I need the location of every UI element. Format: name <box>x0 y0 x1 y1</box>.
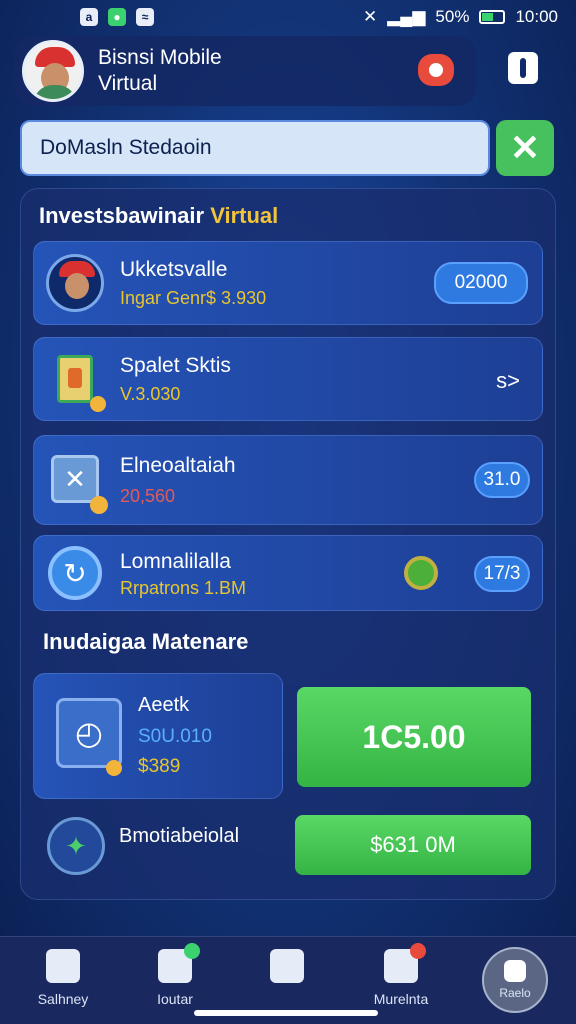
home-indicator[interactable] <box>194 1010 378 1016</box>
panel-title-main: Investsbawinair <box>39 203 205 228</box>
clock: 10:00 <box>515 7 558 26</box>
box-icon: ✕ <box>46 450 108 514</box>
compass-icon: ✦ <box>47 817 105 875</box>
mute-icon: ✕ <box>362 7 378 26</box>
close-icon: ✕ <box>509 127 541 168</box>
fab-button[interactable]: Raelo <box>482 947 548 1013</box>
market-card-value2: $389 <box>138 756 181 777</box>
menu-button[interactable] <box>508 52 538 84</box>
secondary-value-button[interactable]: $631 0M <box>295 815 531 875</box>
card-subtitle: V.3.030 <box>120 384 181 404</box>
app-title: Bisnsi Mobile Virtual <box>98 45 222 97</box>
value-pill[interactable]: 31.0 <box>474 462 530 498</box>
refresh-icon: ↻ <box>46 544 104 602</box>
wifi-icon: ≈ <box>136 8 154 26</box>
card-title: Elneoaltaiah <box>120 454 236 477</box>
signal-icon: ● <box>108 8 126 26</box>
section-title: Inudaigaa Matenare <box>43 629 249 654</box>
primary-value-button[interactable]: 1C5.00 <box>297 687 531 787</box>
investment-card[interactable]: Ukketsvalle Ingar Genr$ 3.930 02000 <box>33 241 543 325</box>
grid-icon <box>270 949 304 983</box>
close-button[interactable]: ✕ <box>496 120 554 176</box>
coin-icon <box>90 496 108 514</box>
card-subtitle: Ingar Genr$ 3.930 <box>120 288 267 308</box>
app-header: Bisnsi Mobile Virtual <box>14 36 476 106</box>
status-left: a ● ≈ <box>80 8 154 26</box>
star-icon <box>90 396 106 412</box>
panel-title: Investsbawinair Virtual <box>39 203 278 229</box>
battery-fill <box>482 13 494 21</box>
nav-badge <box>410 943 426 959</box>
app-title-line1: Bisnsi Mobile <box>98 46 222 69</box>
investment-card[interactable]: ✕ Elneoaltaiah 20,560 31.0 <box>33 435 543 525</box>
home-icon <box>46 949 80 983</box>
market-card-title: Aeetk <box>138 694 190 716</box>
avatar-face <box>65 273 89 299</box>
card-title: Ukketsvalle <box>120 258 228 281</box>
search-input[interactable]: DoMasln Stedaoin <box>20 120 490 176</box>
avatar[interactable] <box>22 40 84 102</box>
investment-panel: Investsbawinair Virtual Ukketsvalle Inga… <box>20 188 556 900</box>
nav-label: Murelnta <box>373 991 429 1007</box>
row-title: Bmotiabeiolal <box>119 825 240 847</box>
value-pill[interactable]: 17/3 <box>474 556 530 592</box>
battery-icon <box>479 10 506 24</box>
card-title: Spalet Sktis <box>120 354 231 377</box>
nav-badge <box>184 943 200 959</box>
nav-item-grid[interactable] <box>227 949 347 991</box>
fab-icon <box>504 960 526 982</box>
value-pill[interactable]: 02000 <box>434 262 528 304</box>
investment-card[interactable]: ↻ Lomnalilalla Rrpatrons 1.BM 17/3 <box>33 535 543 611</box>
investment-card[interactable]: Spalet Sktis V.3.030 s> <box>33 337 543 421</box>
star-icon <box>106 760 122 776</box>
network-icon: ▂▄▆ <box>387 7 426 26</box>
card-title: Lomnalilalla <box>120 550 231 573</box>
nav-label: Ioutar <box>157 991 193 1007</box>
nav-item-home[interactable]: Salhney <box>3 949 123 1007</box>
nav-item-building[interactable]: Ioutar <box>115 943 235 1007</box>
status-right: ✕ ▂▄▆ 50% 10:00 <box>363 7 558 27</box>
arrow-button[interactable]: s> <box>496 368 520 394</box>
box-shape: ✕ <box>51 455 99 503</box>
panel-title-accent: Virtual <box>210 203 279 228</box>
avatar-icon <box>46 254 104 312</box>
battery-text: 50% <box>435 7 470 26</box>
avatar-body <box>33 85 77 99</box>
notification-button[interactable] <box>418 54 454 86</box>
coin-icon <box>404 556 438 590</box>
card-subtitle: Rrpatrons 1.BM <box>120 578 247 598</box>
document-icon <box>46 350 106 412</box>
search-row: DoMasln Stedaoin ✕ <box>20 120 556 176</box>
refresh-shape: ↻ <box>48 546 102 600</box>
app-title-line2: Virtual <box>98 72 158 95</box>
market-card-value1: S0U.010 <box>138 726 212 747</box>
fab-label: Raelo <box>499 986 531 1000</box>
nav-label: Salhney <box>37 991 89 1007</box>
app-icon: a <box>80 8 98 26</box>
badge-icon <box>384 943 426 983</box>
building-icon <box>158 943 200 983</box>
card-subtitle: 20,560 <box>120 486 176 506</box>
market-card[interactable]: ◴ Aeetk S0U.010 $389 <box>33 673 283 799</box>
status-bar: a ● ≈ ✕ ▂▄▆ 50% 10:00 <box>0 0 576 34</box>
document-shape <box>57 355 93 403</box>
clock-icon: ◴ <box>56 698 122 768</box>
nav-item-badge[interactable]: Murelnta <box>341 943 461 1007</box>
